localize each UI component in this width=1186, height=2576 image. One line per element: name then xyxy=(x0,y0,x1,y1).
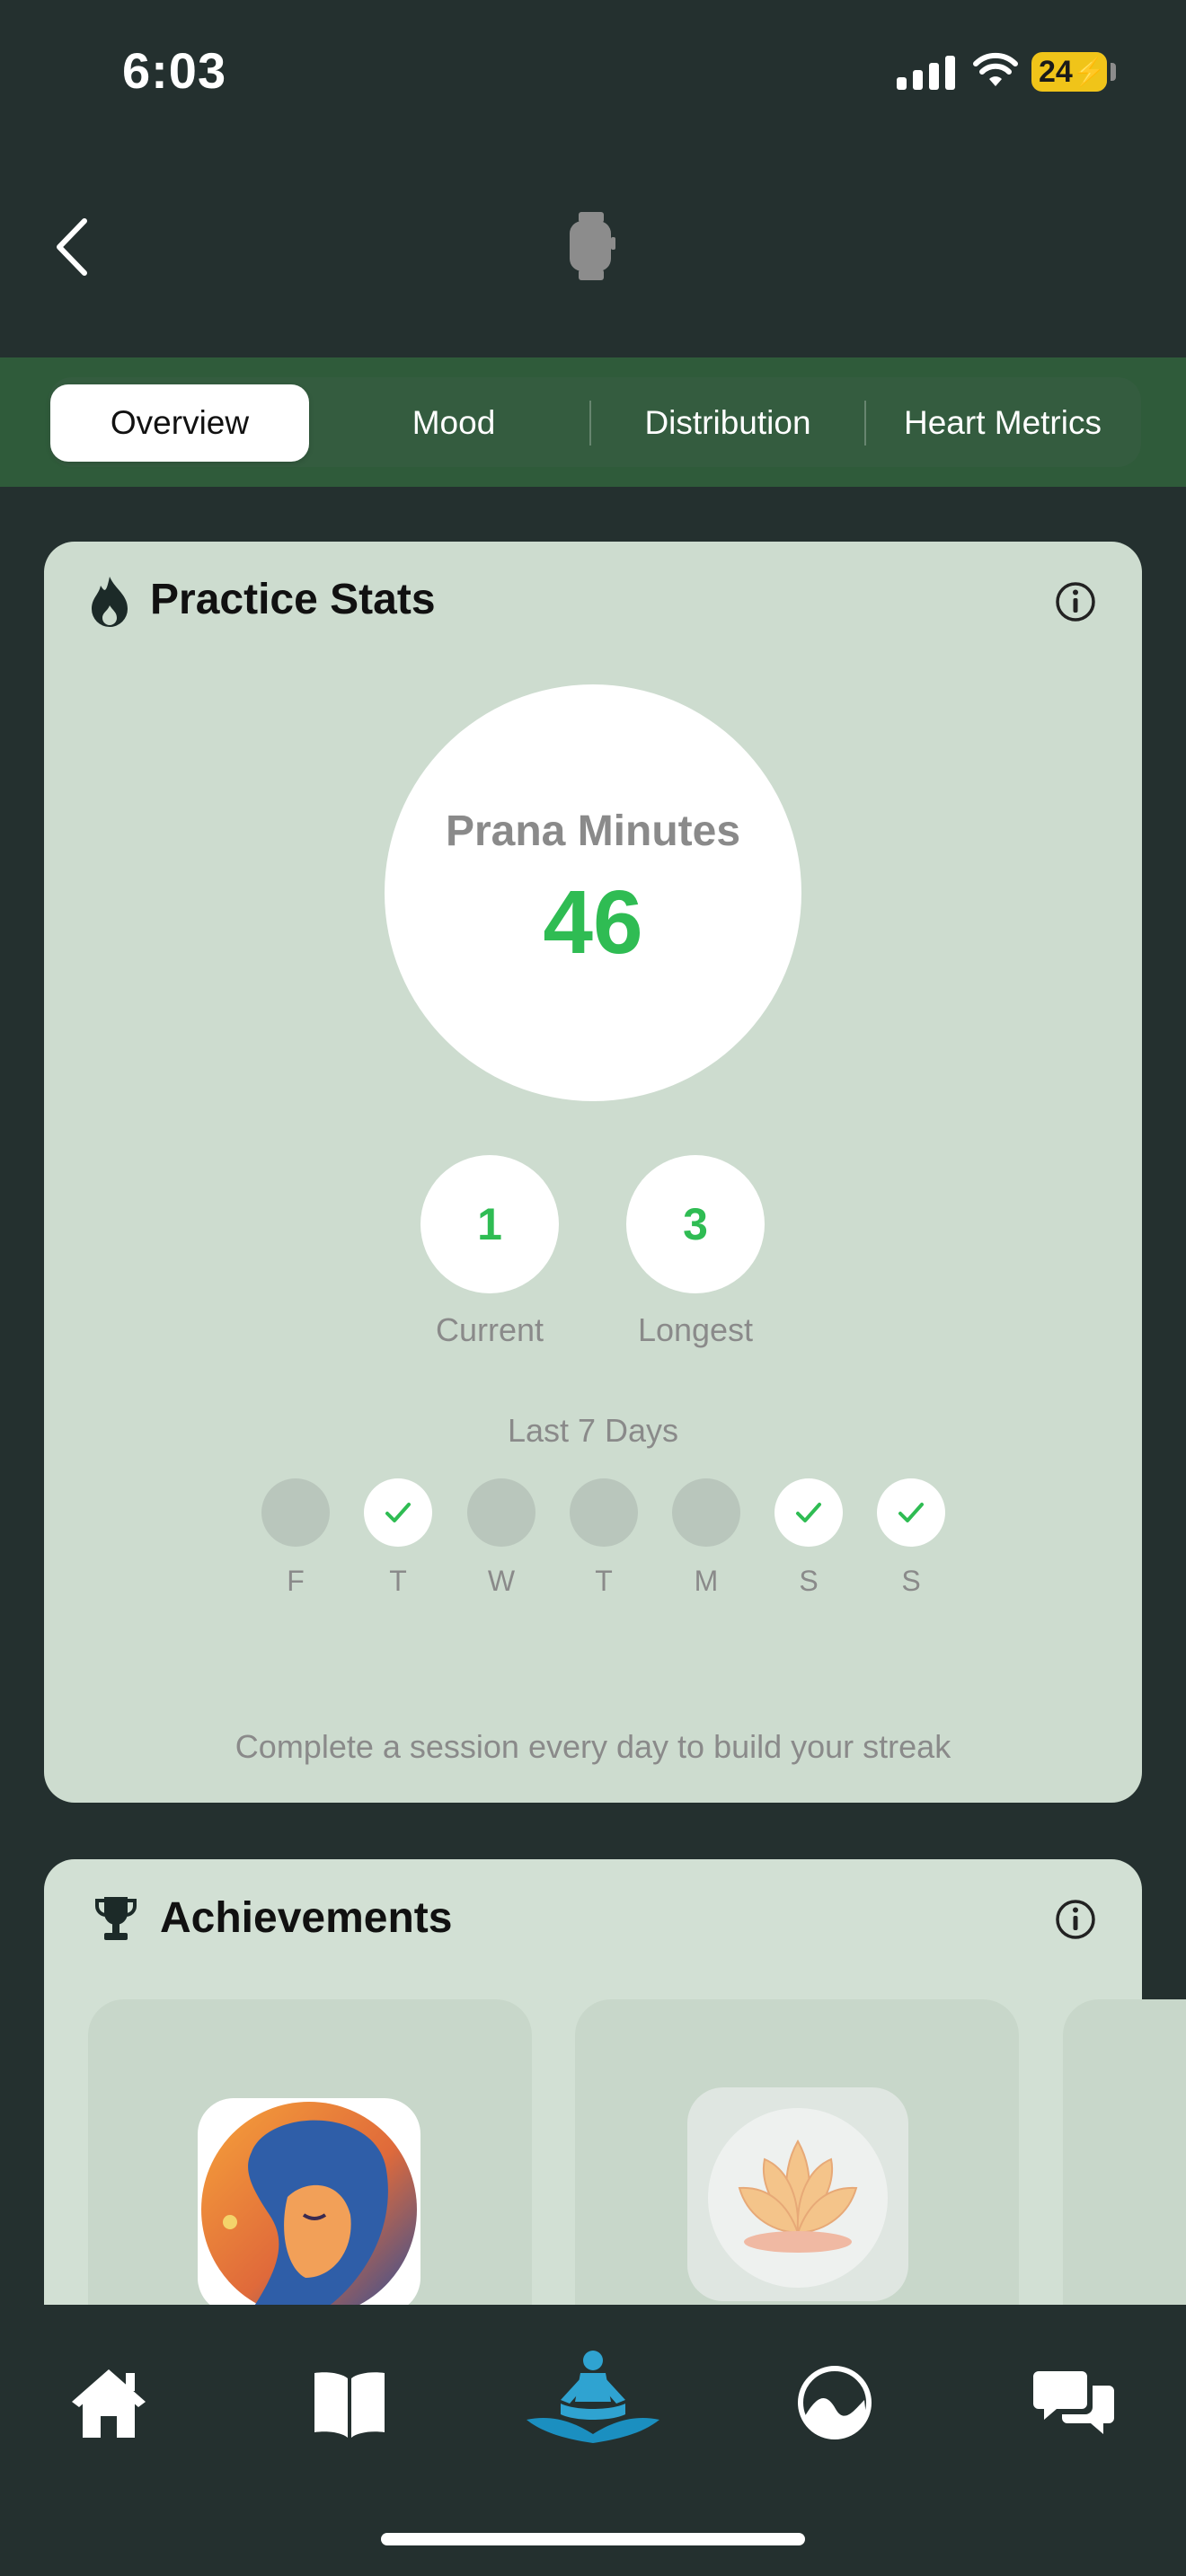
battery-level: 24 xyxy=(1039,54,1073,89)
day-indicator xyxy=(261,1478,330,1547)
breathing-face-badge-icon xyxy=(198,2098,420,2314)
day-indicator-done xyxy=(877,1478,945,1547)
last-7-days-label: Last 7 Days xyxy=(507,1412,679,1449)
day-indicator xyxy=(570,1478,638,1547)
tab-heart-metrics[interactable]: Heart Metrics xyxy=(868,384,1137,462)
achievements-title: Achievements xyxy=(160,1894,453,1942)
day-label: S xyxy=(799,1565,819,1597)
current-streak-value: 1 xyxy=(420,1155,559,1293)
info-icon[interactable] xyxy=(1055,581,1096,622)
home-indicator xyxy=(381,2533,805,2545)
day-indicator xyxy=(467,1478,535,1547)
cellular-signal-icon xyxy=(897,56,955,90)
checkmark-icon xyxy=(385,1503,411,1522)
day-label: S xyxy=(901,1565,921,1597)
library-book-icon[interactable] xyxy=(309,2364,390,2445)
longest-streak-label: Longest xyxy=(637,1311,754,1348)
tab-distribution[interactable]: Distribution xyxy=(593,384,863,462)
day-label: F xyxy=(287,1565,305,1597)
checkmark-icon xyxy=(898,1503,924,1522)
back-chevron-icon[interactable] xyxy=(50,216,95,278)
tab-overview[interactable]: Overview xyxy=(50,384,309,462)
status-time: 6:03 xyxy=(122,42,227,99)
longest-streak-value: 3 xyxy=(626,1155,765,1293)
battery-tip xyxy=(1111,63,1116,81)
day-label: W xyxy=(487,1565,516,1597)
prana-minutes-value: 46 xyxy=(543,872,643,973)
wifi-icon xyxy=(973,52,1018,86)
meditation-icon[interactable] xyxy=(525,2346,661,2447)
insights-wave-icon[interactable] xyxy=(794,2362,875,2443)
home-icon[interactable] xyxy=(68,2362,149,2443)
day-label: T xyxy=(595,1565,613,1597)
prana-minutes-label: Prana Minutes xyxy=(445,807,741,855)
day-indicator xyxy=(672,1478,740,1547)
current-streak-label: Current xyxy=(435,1311,544,1348)
streak-hint-text: Complete a session every day to build yo… xyxy=(235,1728,951,1765)
day-indicator-done xyxy=(364,1478,432,1547)
tab-mood[interactable]: Mood xyxy=(319,384,589,462)
info-icon[interactable] xyxy=(1055,1899,1096,1940)
lotus-badge-icon xyxy=(687,2087,908,2301)
tab-divider xyxy=(864,401,866,446)
practice-stats-title: Practice Stats xyxy=(150,576,436,623)
apple-watch-icon[interactable] xyxy=(566,212,616,280)
checkmark-icon xyxy=(796,1503,821,1522)
community-chat-icon[interactable] xyxy=(1033,2362,1114,2443)
day-label: T xyxy=(389,1565,407,1597)
day-indicator-done xyxy=(774,1478,843,1547)
trophy-icon xyxy=(95,1897,137,1940)
day-label: M xyxy=(694,1565,719,1597)
tab-divider xyxy=(589,401,591,446)
flame-icon xyxy=(92,577,128,627)
battery-icon: 24 ⚡ xyxy=(1031,52,1107,92)
